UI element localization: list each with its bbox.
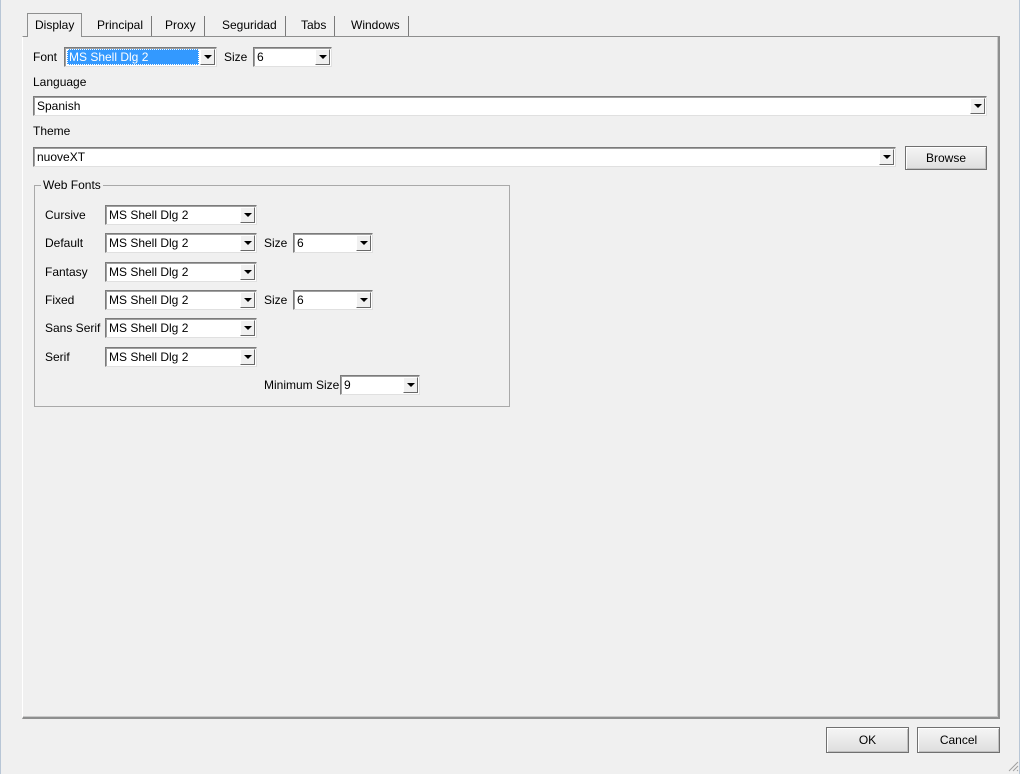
sans-serif-label: Sans Serif (45, 321, 101, 335)
language-label: Language (33, 75, 87, 89)
browse-button[interactable]: Browse (905, 146, 987, 170)
minimum-size-combo-value: 9 (344, 378, 351, 392)
theme-combo[interactable]: nuoveXT (33, 147, 896, 167)
size-combo[interactable]: 6 (253, 47, 332, 67)
language-combo[interactable]: Spanish (33, 96, 987, 116)
fantasy-label: Fantasy (45, 265, 88, 279)
chevron-down-icon (407, 383, 415, 387)
fixed-combo-value: MS Shell Dlg 2 (109, 293, 189, 307)
default-combo-value: MS Shell Dlg 2 (109, 236, 189, 250)
serif-label: Serif (45, 350, 70, 364)
cursive-combo[interactable]: MS Shell Dlg 2 (105, 205, 257, 225)
font-label: Font (33, 50, 58, 64)
resize-grip-icon[interactable] (1007, 760, 1019, 772)
fixed-dropdown-button[interactable] (240, 292, 255, 308)
chevron-down-icon (319, 55, 327, 59)
sans-serif-combo[interactable]: MS Shell Dlg 2 (105, 318, 257, 338)
font-combo-value: MS Shell Dlg 2 (67, 49, 199, 65)
font-combo[interactable]: MS Shell Dlg 2 (64, 47, 217, 67)
theme-label: Theme (33, 124, 71, 138)
language-dropdown-button[interactable] (970, 98, 985, 114)
default-size-dropdown-button[interactable] (356, 235, 371, 251)
display-content: Font MS Shell Dlg 2 Size 6 Language Span… (1, 0, 1020, 774)
size-combo-value: 6 (257, 50, 264, 64)
chevron-down-icon (974, 104, 982, 108)
chevron-down-icon (244, 355, 252, 359)
cursive-label: Cursive (45, 208, 86, 222)
chevron-down-icon (244, 298, 252, 302)
cursive-combo-value: MS Shell Dlg 2 (109, 208, 189, 222)
serif-combo-value: MS Shell Dlg 2 (109, 350, 189, 364)
default-combo[interactable]: MS Shell Dlg 2 (105, 233, 257, 253)
chevron-down-icon (244, 326, 252, 330)
chevron-down-icon (244, 213, 252, 217)
fixed-size-combo-value: 6 (297, 293, 304, 307)
minimum-size-combo[interactable]: 9 (340, 375, 420, 395)
sans-serif-dropdown-button[interactable] (240, 320, 255, 336)
ok-button[interactable]: OK (826, 727, 909, 753)
default-size-combo-value: 6 (297, 236, 304, 250)
minimum-size-dropdown-button[interactable] (403, 377, 418, 393)
cursive-dropdown-button[interactable] (240, 207, 255, 223)
fantasy-dropdown-button[interactable] (240, 264, 255, 280)
cancel-button[interactable]: Cancel (917, 727, 1000, 753)
fixed-size-combo[interactable]: 6 (293, 290, 373, 310)
chevron-down-icon (360, 241, 368, 245)
fantasy-combo-value: MS Shell Dlg 2 (109, 265, 189, 279)
preferences-dialog: Display Principal Proxy Seguridad Tabs W… (0, 0, 1020, 774)
chevron-down-icon (244, 270, 252, 274)
default-dropdown-button[interactable] (240, 235, 255, 251)
theme-combo-value: nuoveXT (37, 150, 86, 164)
default-size-label: Size (264, 236, 288, 250)
default-size-combo[interactable]: 6 (293, 233, 373, 253)
web-fonts-title: Web Fonts (41, 178, 103, 192)
font-dropdown-button[interactable] (200, 49, 215, 65)
fixed-combo[interactable]: MS Shell Dlg 2 (105, 290, 257, 310)
chevron-down-icon (204, 55, 212, 59)
theme-dropdown-button[interactable] (879, 149, 894, 165)
serif-dropdown-button[interactable] (240, 349, 255, 365)
fixed-label: Fixed (45, 293, 75, 307)
fixed-size-label: Size (264, 293, 288, 307)
serif-combo[interactable]: MS Shell Dlg 2 (105, 347, 257, 367)
fixed-size-dropdown-button[interactable] (356, 292, 371, 308)
default-label: Default (45, 236, 84, 250)
minimum-size-label: Minimum Size (264, 378, 340, 392)
chevron-down-icon (360, 298, 368, 302)
size-dropdown-button[interactable] (315, 49, 330, 65)
fantasy-combo[interactable]: MS Shell Dlg 2 (105, 262, 257, 282)
size-label: Size (224, 50, 248, 64)
sans-serif-combo-value: MS Shell Dlg 2 (109, 321, 189, 335)
language-combo-value: Spanish (37, 99, 81, 113)
chevron-down-icon (244, 241, 252, 245)
chevron-down-icon (883, 155, 891, 159)
